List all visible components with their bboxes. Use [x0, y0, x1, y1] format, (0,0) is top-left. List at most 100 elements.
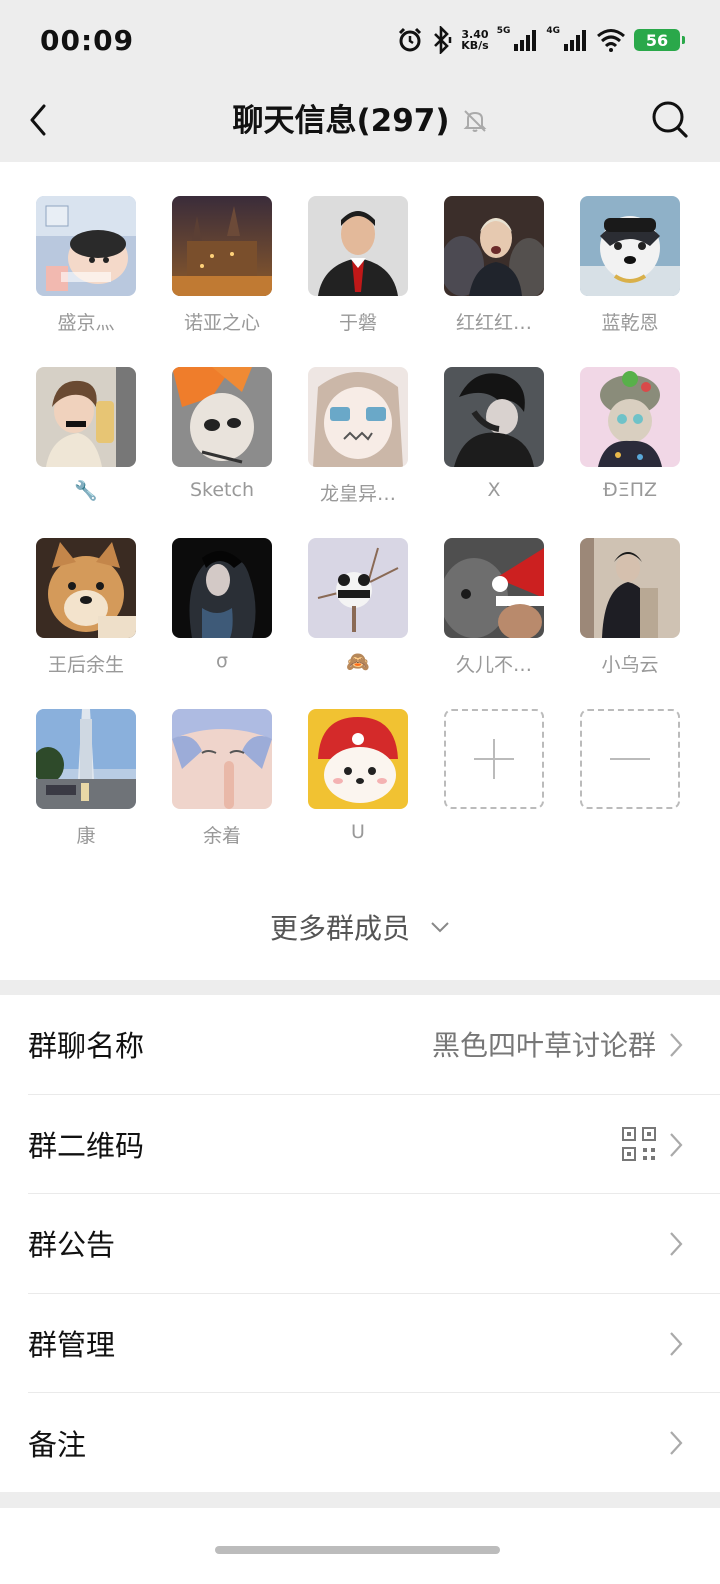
- signal-icon-2: [564, 30, 586, 51]
- remark-label: 备注: [28, 1427, 87, 1462]
- chevron-right-icon: [670, 1232, 683, 1256]
- member-name: 🔧: [74, 480, 98, 502]
- member-name: 蓝乾恩: [601, 312, 659, 334]
- member-item[interactable]: 于磐: [308, 196, 408, 367]
- more-members-label: 更多群成员: [269, 912, 410, 945]
- group-notice-row[interactable]: 群公告: [28, 1194, 720, 1294]
- member-item[interactable]: 康: [36, 709, 136, 880]
- net-speed-unit: KB/s: [461, 39, 489, 52]
- wifi-icon: [597, 29, 625, 52]
- member-avatar[interactable]: [308, 367, 408, 467]
- signal-icon: [514, 30, 537, 51]
- settings-list: 群聊名称 黑色四叶草讨论群 群二维码 群公告 群管理 备注: [0, 995, 720, 1492]
- battery-indicator: 56: [634, 29, 685, 51]
- status-time: 00:09: [40, 23, 135, 57]
- group-notice-label: 群公告: [28, 1228, 116, 1263]
- sig1-label: 5G: [496, 26, 511, 36]
- member-item[interactable]: X: [444, 367, 544, 538]
- net-speed: 3.40 KB/s: [461, 29, 488, 51]
- member-item[interactable]: 久儿不…: [444, 538, 544, 709]
- plus-icon: [474, 739, 514, 779]
- member-avatar[interactable]: [444, 538, 544, 638]
- nav-bar: 聊天信息(297): [0, 80, 720, 162]
- member-name: 诺亚之心: [183, 312, 260, 334]
- group-name-value: 黑色四叶草讨论群: [431, 1029, 656, 1063]
- member-avatar[interactable]: [444, 196, 544, 296]
- member-avatar[interactable]: [580, 367, 680, 467]
- member-avatar[interactable]: [36, 367, 136, 467]
- chevron-right-icon: [670, 1431, 683, 1455]
- member-name: 余着: [202, 825, 241, 847]
- bottom-area: [0, 1508, 720, 1584]
- member-item[interactable]: 王后余生: [36, 538, 136, 709]
- member-item[interactable]: 蓝乾恩: [580, 196, 680, 367]
- member-avatar[interactable]: [580, 538, 680, 638]
- member-avatar[interactable]: [308, 196, 408, 296]
- members-section: 盛京灬 诺亚之心 于磐 红红红… 蓝乾恩 🔧 Sketch 龙皇异… X ÐΞΠ…: [0, 162, 720, 980]
- member-item[interactable]: 小乌云: [580, 538, 680, 709]
- remark-row[interactable]: 备注: [28, 1393, 720, 1493]
- member-name: 小乌云: [601, 654, 659, 676]
- page-title-wrap: 聊天信息(297): [0, 100, 720, 142]
- member-name: X: [487, 479, 501, 501]
- alarm-icon: [399, 27, 422, 52]
- add-member-button[interactable]: [444, 709, 544, 809]
- member-name: 王后余生: [47, 654, 124, 676]
- more-members-button[interactable]: 更多群成员: [0, 907, 720, 947]
- group-qr-row[interactable]: 群二维码: [28, 1095, 720, 1194]
- member-item[interactable]: 诺亚之心: [172, 196, 272, 367]
- member-avatar[interactable]: [36, 538, 136, 638]
- member-avatar[interactable]: [444, 367, 544, 467]
- minus-icon: [610, 758, 650, 760]
- member-avatar[interactable]: [172, 709, 272, 809]
- member-avatar[interactable]: [580, 196, 680, 296]
- member-item[interactable]: 余着: [172, 709, 272, 880]
- member-avatar[interactable]: [172, 196, 272, 296]
- chevron-down-icon: [431, 922, 449, 933]
- member-name: 红红红…: [455, 312, 532, 334]
- member-item[interactable]: 🙈: [308, 538, 408, 709]
- qr-code-icon: [622, 1126, 656, 1161]
- qr-code-value: [622, 1095, 656, 1194]
- group-manage-row[interactable]: 群管理: [28, 1294, 720, 1393]
- member-name: 龙皇异…: [319, 483, 396, 505]
- member-name: ÐΞΠZ: [602, 479, 658, 501]
- member-avatar[interactable]: [308, 538, 408, 638]
- member-item[interactable]: U: [308, 709, 408, 880]
- member-name: 于磐: [338, 312, 377, 334]
- member-name: Sketch: [189, 479, 254, 501]
- member-name: 康: [76, 825, 96, 847]
- member-avatar[interactable]: [172, 367, 272, 467]
- home-indicator[interactable]: [215, 1546, 500, 1554]
- sig2-label: 4G: [546, 26, 560, 36]
- member-item[interactable]: 红红红…: [444, 196, 544, 367]
- member-name: 🙈: [346, 651, 370, 673]
- member-name: 盛京灬: [57, 312, 115, 334]
- member-name: 久儿不…: [455, 654, 532, 676]
- search-icon[interactable]: [650, 98, 690, 142]
- bluetooth-icon: [434, 26, 452, 54]
- member-item[interactable]: Sketch: [172, 367, 272, 538]
- member-item[interactable]: 盛京灬: [36, 196, 136, 367]
- group-qr-label: 群二维码: [28, 1128, 145, 1163]
- chevron-right-icon: [670, 1331, 683, 1356]
- member-item[interactable]: 🔧: [36, 367, 136, 538]
- status-icons: 3.40 KB/s 5G 4G 56: [397, 26, 685, 54]
- member-avatar[interactable]: [172, 538, 272, 638]
- remove-member[interactable]: [580, 709, 680, 880]
- member-avatar[interactable]: [36, 709, 136, 809]
- group-name-label: 群聊名称: [28, 1029, 145, 1064]
- chevron-right-icon: [670, 1132, 683, 1157]
- member-avatar[interactable]: [308, 709, 408, 809]
- muted-bell-icon: [463, 110, 486, 132]
- add-member[interactable]: [444, 709, 544, 880]
- member-item[interactable]: 龙皇异…: [308, 367, 408, 538]
- group-name-row[interactable]: 群聊名称 黑色四叶草讨论群: [28, 995, 720, 1095]
- remove-member-button[interactable]: [580, 709, 680, 809]
- member-name: U: [351, 821, 365, 843]
- member-avatar[interactable]: [36, 196, 136, 296]
- member-item[interactable]: σ: [172, 538, 272, 709]
- group-manage-label: 群管理: [28, 1327, 116, 1362]
- member-item[interactable]: ÐΞΠZ: [580, 367, 680, 538]
- chevron-right-icon: [670, 1033, 683, 1057]
